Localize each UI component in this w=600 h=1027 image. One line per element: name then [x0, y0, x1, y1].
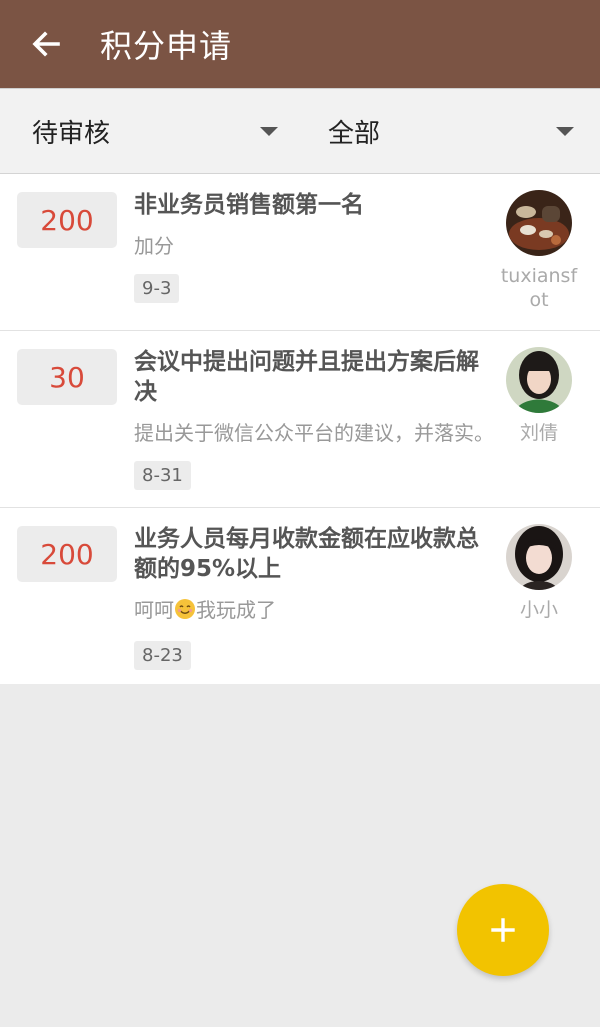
date-badge: 8-23	[134, 641, 191, 670]
category-filter-dropdown[interactable]: 全部	[298, 89, 600, 173]
page-title: 积分申请	[100, 27, 233, 65]
caret-down-icon	[260, 126, 278, 136]
date-badge: 9-3	[134, 274, 180, 303]
item-content: 非业务员销售额第一名 加分 9-3	[134, 190, 494, 312]
status-filter-dropdown[interactable]: 待审核	[0, 89, 298, 173]
date-badge: 8-31	[134, 461, 191, 490]
description-prefix: 呵呵	[134, 598, 174, 622]
smile-emoji-icon	[174, 598, 196, 627]
username: tuxiansfot	[500, 265, 578, 311]
description-suffix: 我玩成了	[196, 598, 276, 622]
filter-bar: 待审核 全部	[0, 88, 600, 174]
user-info[interactable]: 刘倩	[504, 347, 574, 445]
user-info[interactable]: tuxiansfot	[501, 190, 577, 312]
item-title: 业务人员每月收款金额在应收款总额的95%以上	[134, 526, 479, 582]
category-filter-label: 全部	[328, 118, 381, 149]
list-item[interactable]: 200 业务人员每月收款金额在应收款总额的95%以上 呵呵 我玩成了 8-23 小…	[0, 508, 600, 684]
list-item[interactable]: 30 会议中提出问题并且提出方案后解决 提出关于微信公众平台的建议，并落实。 8…	[0, 331, 600, 508]
item-description: 提出关于微信公众平台的建议，并落实。	[134, 421, 494, 445]
caret-down-icon	[556, 126, 574, 136]
item-content: 会议中提出问题并且提出方案后解决 提出关于微信公众平台的建议，并落实。 8-31	[134, 347, 494, 490]
item-content: 业务人员每月收款金额在应收款总额的95%以上 呵呵 我玩成了 8-23	[134, 524, 494, 670]
username: 刘倩	[519, 422, 558, 444]
item-description: 呵呵 我玩成了	[134, 596, 494, 627]
item-title: 会议中提出问题并且提出方案后解决	[134, 349, 479, 405]
points-badge: 30	[17, 349, 117, 405]
avatar	[506, 524, 572, 590]
username: 小小	[519, 599, 558, 621]
user-info[interactable]: 小小	[504, 524, 574, 622]
avatar	[506, 190, 572, 256]
back-button[interactable]	[18, 16, 74, 72]
points-badge: 200	[17, 192, 117, 248]
item-description: 加分	[134, 234, 174, 258]
avatar	[506, 347, 572, 413]
plus-icon	[491, 918, 515, 942]
add-application-button[interactable]	[457, 884, 549, 976]
app-bar: 积分申请	[0, 0, 600, 88]
points-badge: 200	[17, 526, 117, 582]
arrow-left-icon	[32, 31, 60, 57]
list-item[interactable]: 200 非业务员销售额第一名 加分 9-3 tuxiansfot	[0, 174, 600, 331]
application-list: 200 非业务员销售额第一名 加分 9-3 tuxiansfot 30 会议中提…	[0, 174, 600, 684]
status-filter-label: 待审核	[32, 118, 111, 149]
item-title: 非业务员销售额第一名	[134, 192, 364, 218]
